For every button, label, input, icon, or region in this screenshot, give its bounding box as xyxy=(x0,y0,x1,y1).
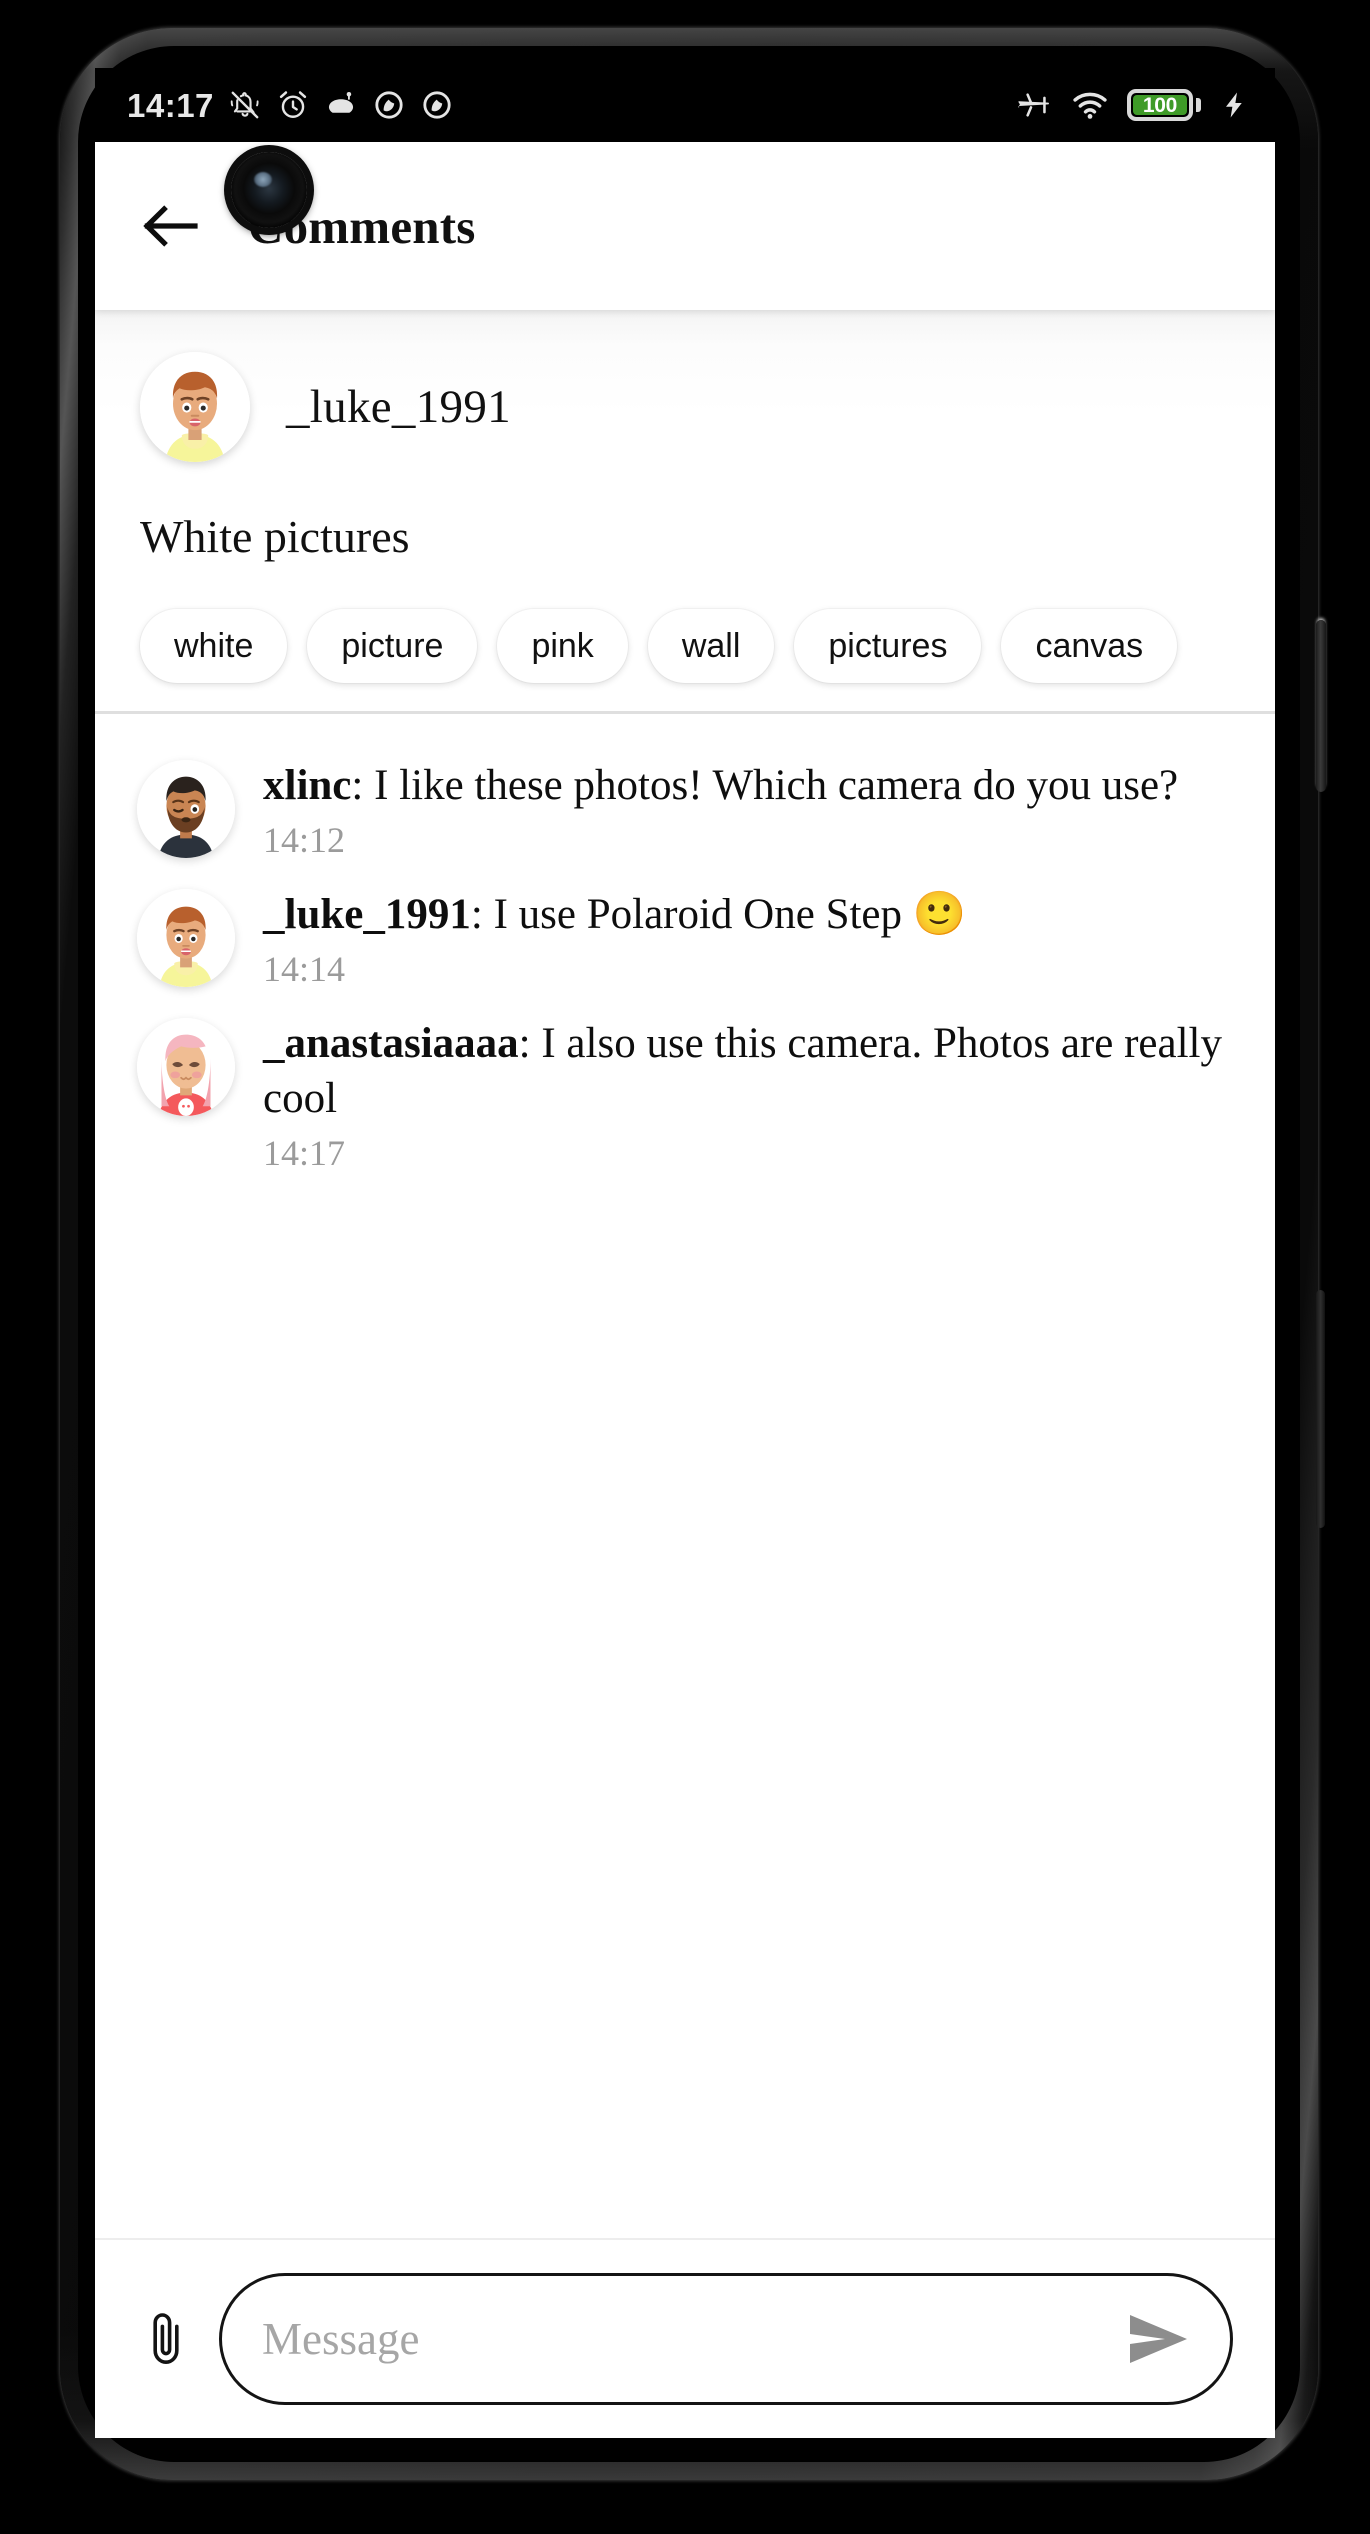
comment-message: I use Polaroid One Step 🙂 xyxy=(493,891,967,939)
post-header: _luke_1991 xyxy=(95,352,1275,462)
battery-body: 100 xyxy=(1127,89,1193,121)
comment-author[interactable]: _luke_1991 xyxy=(263,891,471,938)
avatar xyxy=(137,760,235,858)
comment-item: _luke_1991: I use Polaroid One Step 🙂 14… xyxy=(95,871,1275,1000)
tag-chip[interactable]: canvas xyxy=(1001,609,1178,683)
avatar-anastasia-icon xyxy=(137,1018,235,1117)
battery-percent: 100 xyxy=(1142,93,1178,117)
bolt-icon xyxy=(1226,92,1242,118)
comment-body: xlinc: I like these photos! Which camera… xyxy=(263,754,1235,861)
comment-body: _luke_1991: I use Polaroid One Step 🙂 14… xyxy=(263,883,1235,990)
block-icon xyxy=(423,91,451,119)
status-bar-left: 14:17 xyxy=(127,88,454,122)
tag-chip[interactable]: pictures xyxy=(794,609,982,683)
back-button[interactable] xyxy=(140,200,202,252)
tag-chip[interactable]: pink xyxy=(497,609,628,683)
front-camera xyxy=(231,152,307,228)
volume-button[interactable] xyxy=(1316,1290,1325,1528)
comment-text: xlinc: I like these photos! Which camera… xyxy=(263,762,1178,809)
paperclip-icon xyxy=(153,2313,179,2364)
avatar-luke-icon xyxy=(137,889,235,988)
post-title: White pictures xyxy=(140,511,410,562)
comment-item: _anastasiaaaa: I also use this camera. P… xyxy=(95,1000,1275,1184)
app-icon xyxy=(328,91,353,113)
comment-timestamp: 14:17 xyxy=(263,1133,346,1174)
avatar xyxy=(137,1018,235,1117)
comment-author[interactable]: _anastasiaaaa xyxy=(263,1020,519,1067)
avatar-luke-icon xyxy=(140,352,250,462)
tag-chip[interactable]: picture xyxy=(307,609,478,683)
message-input[interactable]: Message xyxy=(219,2273,1233,2405)
back-arrow-icon xyxy=(143,205,198,247)
comment-separator: : xyxy=(470,891,494,939)
comment-text: _anastasiaaaa: I also use this camera. P… xyxy=(263,1020,1222,1122)
bell-off-icon xyxy=(230,91,259,119)
block-icon xyxy=(375,91,403,119)
comment-timestamp: 14:14 xyxy=(263,949,346,990)
avatar xyxy=(140,352,250,462)
app-container: Comments _luke_1991 White pictures white… xyxy=(95,142,1275,2438)
airplane-icon xyxy=(1018,93,1049,117)
screenshot-root: 14:17 100 Comments _luke_1991 White pict… xyxy=(0,0,1370,2534)
comment-separator: : xyxy=(518,1020,542,1068)
post-section: _luke_1991 White pictures white picture … xyxy=(95,310,1275,714)
avatar xyxy=(137,889,235,988)
phone-screen: 14:17 100 Comments _luke_1991 White pict… xyxy=(95,68,1275,2438)
battery-cap xyxy=(1196,98,1201,112)
comment-message: I like these photos! Which camera do you… xyxy=(374,762,1179,809)
status-bar-right: 100 xyxy=(1015,86,1249,124)
attach-button[interactable] xyxy=(133,2296,199,2382)
status-bar: 14:17 100 xyxy=(95,68,1275,142)
comment-body: _anastasiaaaa: I also use this camera. P… xyxy=(263,1012,1235,1174)
tag-chip[interactable]: white xyxy=(140,609,288,683)
comment-item: xlinc: I like these photos! Which camera… xyxy=(95,742,1275,871)
comment-separator: : xyxy=(351,762,375,809)
post-author[interactable]: _luke_1991 xyxy=(286,380,511,434)
tag-list: white picture pink wall pictures canvas xyxy=(95,563,1275,683)
battery-indicator: 100 xyxy=(1127,89,1201,121)
comment-author[interactable]: xlinc xyxy=(263,762,351,809)
tag-chip[interactable]: wall xyxy=(647,609,775,683)
comment-text: _luke_1991: I use Polaroid One Step 🙂 xyxy=(263,891,966,938)
alarm-icon xyxy=(279,91,307,118)
avatar-xlinc-icon xyxy=(137,760,235,858)
send-icon xyxy=(1130,2315,1187,2363)
wifi-icon xyxy=(1073,92,1107,119)
comment-timestamp: 14:12 xyxy=(263,820,346,861)
status-bar-clock: 14:17 xyxy=(127,86,214,124)
message-placeholder: Message xyxy=(262,2314,420,2364)
message-composer: Message xyxy=(95,2238,1275,2438)
comment-list: xlinc: I like these photos! Which camera… xyxy=(95,714,1275,2238)
send-button[interactable] xyxy=(1122,2308,1196,2370)
power-button[interactable] xyxy=(1316,620,1326,792)
